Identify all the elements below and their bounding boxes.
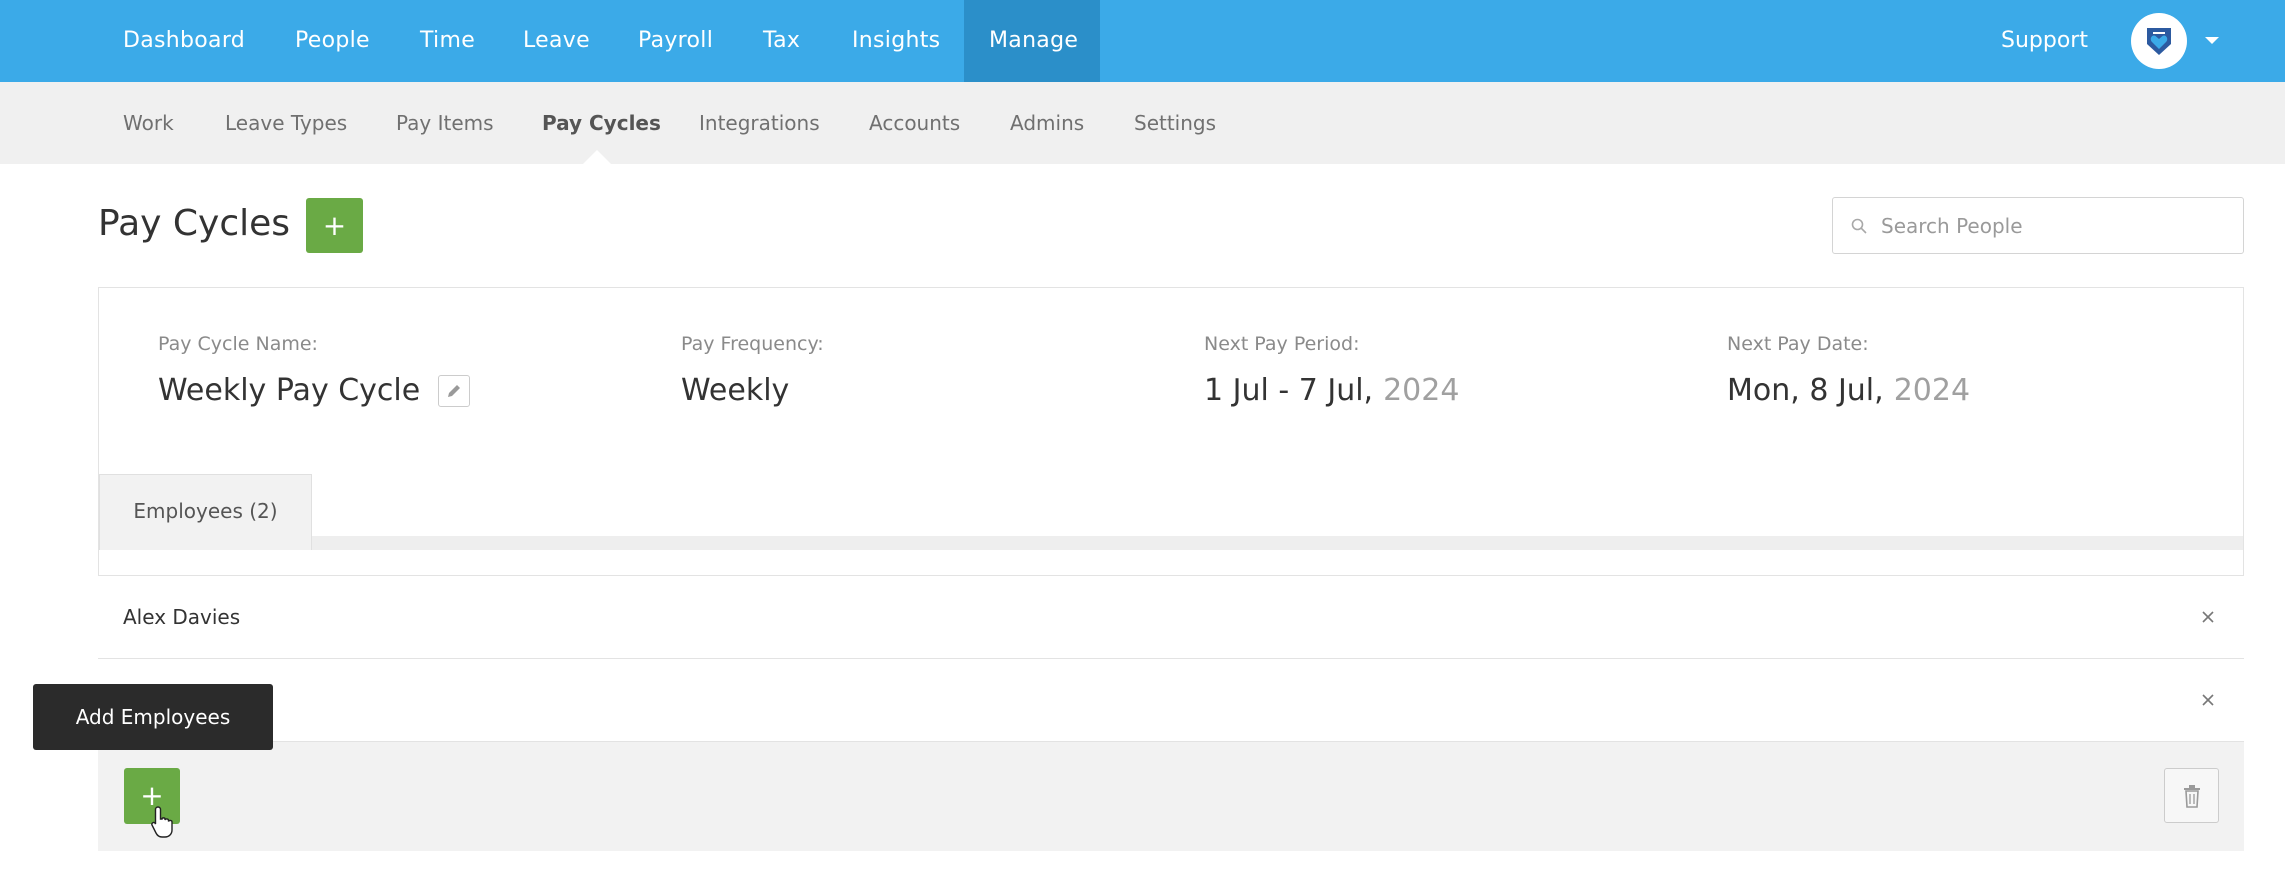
top-navigation-bar: Dashboard People Time Leave Payroll Tax …: [0, 0, 2285, 82]
next-pay-date-label: Next Pay Date:: [1727, 333, 1869, 355]
pencil-icon: [448, 384, 461, 397]
avatar[interactable]: [2131, 13, 2187, 69]
action-bar: +: [98, 741, 2244, 851]
subnav-item-integrations[interactable]: Integrations: [674, 82, 845, 164]
trash-icon: [2184, 785, 2200, 808]
pay-frequency-field: Pay Frequency: Weekly: [681, 333, 824, 408]
nav-item-insights[interactable]: Insights: [827, 0, 965, 82]
nav-item-time[interactable]: Time: [395, 0, 500, 82]
tab-strip: Employees (2): [99, 474, 2243, 550]
support-link[interactable]: Support: [2001, 0, 2088, 82]
subnav-item-admins[interactable]: Admins: [985, 82, 1109, 164]
close-icon[interactable]: [2197, 689, 2219, 711]
subnav-item-accounts[interactable]: Accounts: [844, 82, 985, 164]
pay-cycle-card: Pay Cycle Name: Weekly Pay Cycle Pay Fre…: [98, 287, 2244, 851]
active-tab-pointer: [583, 150, 611, 164]
chevron-down-icon[interactable]: [2205, 37, 2219, 44]
next-pay-period-year: 2024: [1383, 373, 1460, 408]
edit-name-button[interactable]: [438, 374, 471, 407]
subnav-item-work[interactable]: Work: [98, 82, 199, 164]
add-pay-cycle-button[interactable]: +: [306, 198, 363, 253]
logo-heart-icon: [2147, 28, 2171, 55]
close-icon[interactable]: [2197, 606, 2219, 628]
pay-frequency-value: Weekly: [681, 373, 790, 408]
pay-cycle-name-value: Weekly Pay Cycle: [158, 373, 421, 408]
table-row: Alex Davies: [98, 575, 2244, 658]
next-pay-period-value: 1 Jul - 7 Jul,: [1204, 373, 1374, 408]
next-pay-date-year: 2024: [1893, 373, 1971, 408]
nav-item-manage[interactable]: Manage: [964, 0, 1100, 82]
nav-item-leave[interactable]: Leave: [498, 0, 615, 82]
page-title: Pay Cycles: [98, 203, 291, 244]
next-pay-period-field: Next Pay Period: 1 Jul - 7 Jul, 2024: [1204, 333, 1459, 408]
search-icon: [1851, 218, 1867, 234]
nav-item-people[interactable]: People: [270, 0, 395, 82]
table-row: [98, 658, 2244, 741]
pay-cycle-name-field: Pay Cycle Name: Weekly Pay Cycle: [158, 333, 471, 408]
pay-frequency-label: Pay Frequency:: [681, 333, 824, 355]
next-pay-date-field: Next Pay Date: Mon, 8 Jul, 2024: [1727, 333, 1970, 408]
nav-item-dashboard[interactable]: Dashboard: [98, 0, 270, 82]
subnav-item-leave-types[interactable]: Leave Types: [200, 82, 372, 164]
delete-button[interactable]: [2164, 768, 2219, 823]
pay-cycle-name-label: Pay Cycle Name:: [158, 333, 318, 355]
hand-pointer-icon: [151, 806, 173, 838]
tab-employees[interactable]: Employees (2): [99, 474, 312, 550]
search-box: [1832, 197, 2244, 254]
employee-name: Alex Davies: [123, 605, 241, 629]
nav-item-payroll[interactable]: Payroll: [613, 0, 738, 82]
nav-item-tax[interactable]: Tax: [738, 0, 825, 82]
search-people-input[interactable]: [1881, 198, 2231, 253]
subnav-item-settings[interactable]: Settings: [1109, 82, 1241, 164]
add-employees-tooltip: Add Employees: [33, 684, 273, 750]
subnav-item-pay-items[interactable]: Pay Items: [371, 82, 519, 164]
next-pay-date-value: Mon, 8 Jul,: [1727, 373, 1884, 408]
sub-navigation-bar: Work Leave Types Pay Items Pay Cycles In…: [0, 82, 2285, 164]
next-pay-period-label: Next Pay Period:: [1204, 333, 1360, 355]
